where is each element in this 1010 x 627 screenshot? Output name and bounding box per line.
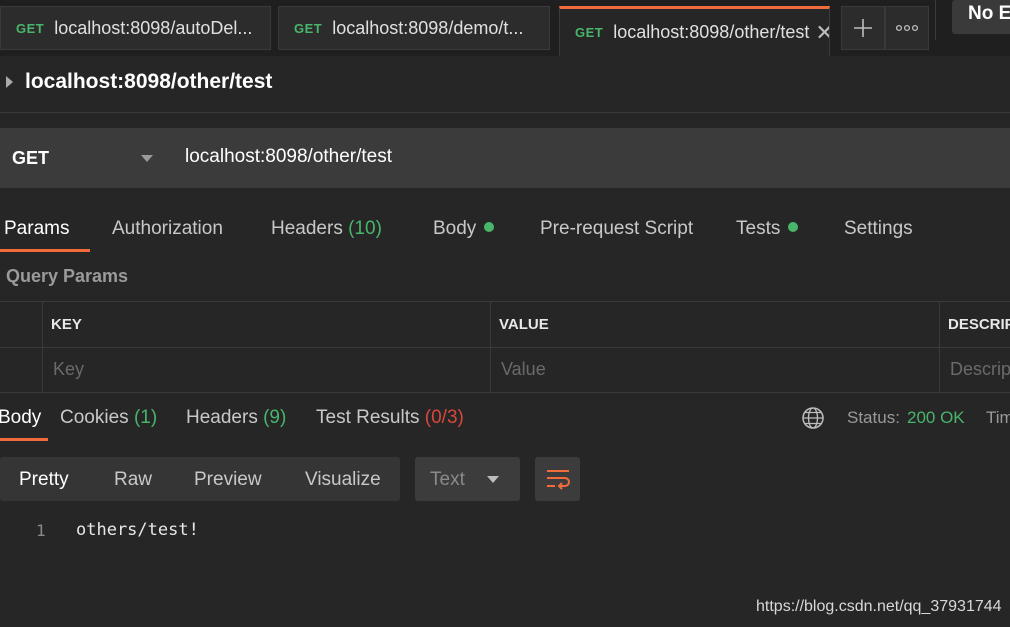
tab-url: localhost:8098/other/test — [613, 22, 810, 42]
status-value: 200 OK — [907, 408, 965, 427]
tab-authorization[interactable]: Authorization — [112, 218, 223, 240]
tab-headers-count: (10) — [348, 218, 382, 239]
format-preview[interactable]: Preview — [194, 469, 262, 491]
table-col-divider — [42, 301, 43, 393]
chevron-down-icon[interactable] — [141, 155, 153, 162]
close-icon[interactable]: ✕ — [815, 20, 829, 46]
table-col-divider — [490, 301, 491, 393]
tab-params[interactable]: Params — [4, 218, 69, 240]
cookies-count: (1) — [133, 407, 158, 428]
status-label: Status: — [847, 408, 900, 427]
tab-method: GET — [575, 25, 604, 40]
status-dot-icon — [484, 222, 495, 232]
tab-headers-label: Headers — [271, 218, 343, 239]
chevron-down-icon — [487, 476, 499, 483]
globe-icon[interactable] — [801, 406, 825, 435]
active-response-tab-indicator — [0, 438, 48, 441]
expand-caret-icon[interactable] — [6, 76, 13, 88]
response-tab-cookies[interactable]: Cookies (1) — [60, 407, 157, 429]
environment-select[interactable]: No E — [952, 0, 1010, 34]
column-header-description: DESCRIPT — [948, 316, 1010, 333]
format-raw[interactable]: Raw — [114, 469, 152, 491]
test-results-label: Test Results — [316, 407, 420, 428]
format-pretty[interactable]: Pretty — [19, 469, 69, 491]
active-tab-indicator — [0, 249, 90, 252]
value-input[interactable]: Value — [501, 359, 546, 380]
table-row-border — [0, 347, 1010, 348]
table-col-divider — [939, 301, 940, 393]
column-header-key: KEY — [51, 316, 82, 333]
response-headers-count: (9) — [263, 407, 287, 428]
format-visualize[interactable]: Visualize — [305, 469, 381, 491]
tab-body[interactable]: Body — [433, 218, 495, 240]
tabbar-divider — [935, 0, 936, 40]
plus-icon[interactable] — [841, 6, 885, 50]
time-label: Tim — [986, 408, 1010, 427]
key-input[interactable]: Key — [53, 359, 84, 380]
url-input[interactable]: localhost:8098/other/test — [185, 146, 392, 168]
table-top-border — [0, 301, 1010, 302]
tab-tests[interactable]: Tests — [736, 218, 799, 240]
language-select-label: Text — [430, 469, 465, 490]
watermark: https://blog.csdn.net/qq_37931744 — [756, 598, 1002, 615]
tab-method: GET — [16, 20, 45, 36]
column-header-value: VALUE — [499, 316, 549, 333]
response-tab-headers[interactable]: Headers (9) — [186, 407, 286, 429]
query-params-label: Query Params — [6, 266, 129, 286]
cookies-label: Cookies — [60, 407, 129, 428]
tab-settings[interactable]: Settings — [844, 218, 913, 240]
status-dot-icon — [788, 222, 799, 232]
tab-pre-request-script[interactable]: Pre-request Script — [540, 218, 693, 240]
line-number: 1 — [36, 521, 46, 540]
table-bottom-border — [0, 392, 1010, 393]
response-tab-body[interactable]: Body — [0, 407, 41, 429]
wrap-lines-icon[interactable] — [535, 457, 580, 501]
request-title[interactable]: localhost:8098/other/test — [25, 70, 272, 94]
response-tab-test-results[interactable]: Test Results (0/3) — [316, 407, 464, 429]
tab-headers[interactable]: Headers (10) — [271, 218, 382, 240]
method-select[interactable]: GET — [12, 148, 49, 169]
response-body-content[interactable]: others/test! — [76, 520, 199, 540]
tab-url: localhost:8098/autoDel... — [54, 17, 253, 38]
request-tab-1[interactable]: GET localhost:8098/autoDel... — [0, 6, 271, 50]
tab-method: GET — [294, 20, 323, 36]
ellipsis-icon[interactable] — [885, 6, 929, 50]
test-results-count: (0/3) — [424, 407, 464, 428]
request-tab-2[interactable]: GET localhost:8098/demo/t... — [278, 6, 550, 50]
response-headers-label: Headers — [186, 407, 258, 428]
tab-tests-label: Tests — [736, 218, 781, 239]
description-input[interactable]: Descrip — [950, 359, 1010, 380]
title-divider — [0, 112, 1010, 113]
tab-body-label: Body — [433, 218, 477, 239]
request-tab-3-active[interactable]: GET localhost:8098/other/test ✕ — [559, 6, 830, 56]
tab-url: localhost:8098/demo/t... — [332, 17, 524, 38]
